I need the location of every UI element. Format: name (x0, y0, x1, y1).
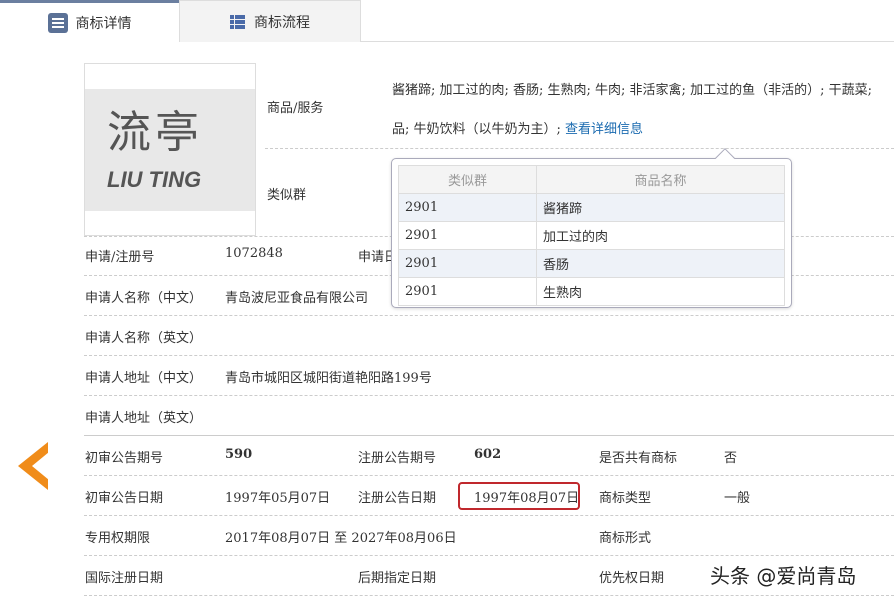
tab-trademark-details[interactable]: 商标详情 (0, 0, 179, 43)
similar-group-label: 类似群 (267, 184, 306, 203)
reg-pub-date-label: 注册公告日期 (358, 487, 436, 506)
address-cn-value: 青岛市城阳区城阳街道艳阳路199号 (225, 367, 432, 386)
reg-no-label: 申请/注册号 (85, 246, 154, 265)
watermark: 头条 @爱尚青岛 (710, 560, 856, 589)
cell: 生熟肉 (537, 278, 785, 306)
tab-trademark-process[interactable]: 商标流程 (179, 0, 361, 42)
tm-type-value: 一般 (724, 487, 750, 506)
table-row: 2901加工过的肉 (399, 222, 785, 250)
reg-no-value: 1072848 (225, 246, 283, 261)
similar-group-popup: 类似群商品名称 2901酱猪蹄 2901加工过的肉 2901香肠 2901生熟肉 (391, 158, 792, 308)
exclusive-value: 2017年08月07日 至 2027年08月06日 (225, 527, 457, 546)
table-row: 2901香肠 (399, 250, 785, 278)
tab-label: 商标流程 (254, 12, 310, 32)
cell: 2901 (399, 194, 537, 222)
address-cn-label: 申请人地址（中文） (85, 367, 202, 386)
applicant-en-label: 申请人名称（英文） (85, 327, 202, 346)
shared-value: 否 (724, 447, 737, 466)
goods-line-2: 品; 牛奶饮料（以牛奶为主）; 查看详细信息 (392, 118, 643, 137)
shared-label: 是否共有商标 (599, 447, 677, 466)
tm-type-label: 商标类型 (599, 487, 651, 506)
col-header: 商品名称 (537, 166, 785, 194)
trademark-logo-en: LIU TING (107, 167, 201, 193)
tab-label: 商标详情 (76, 13, 132, 33)
prelim-date-label: 初审公告日期 (85, 487, 163, 506)
prelim-no-label: 初审公告期号 (85, 447, 163, 466)
address-en-label: 申请人地址（英文） (85, 407, 202, 426)
reg-pub-no-label: 注册公告期号 (358, 447, 436, 466)
goods-line-1: 酱猪蹄; 加工过的肉; 香肠; 生熟肉; 牛肉; 非活家禽; 加工过的鱼（非活的… (392, 79, 872, 98)
cell: 2901 (399, 222, 537, 250)
reg-pub-no-value: 602 (474, 447, 501, 462)
reg-pub-date-value: 1997年08月07日 (474, 487, 579, 506)
trademark-logo-cn: 流亭 (107, 96, 203, 160)
table-row: 2901生熟肉 (399, 278, 785, 306)
table-row: 2901酱猪蹄 (399, 194, 785, 222)
intl-date-label: 国际注册日期 (85, 567, 163, 586)
col-header: 类似群 (399, 166, 537, 194)
priority-date-label: 优先权日期 (599, 567, 664, 586)
cell: 加工过的肉 (537, 222, 785, 250)
later-date-label: 后期指定日期 (358, 567, 436, 586)
exclusive-label: 专用权期限 (85, 527, 150, 546)
prelim-no-value: 590 (225, 447, 252, 462)
prelim-date-value: 1997年05月07日 (225, 487, 330, 506)
cell: 2901 (399, 250, 537, 278)
view-details-link[interactable]: 查看详细信息 (565, 122, 643, 137)
applicant-cn-value: 青岛波尼亚食品有限公司 (225, 287, 368, 306)
cell: 酱猪蹄 (537, 194, 785, 222)
cell: 香肠 (537, 250, 785, 278)
list-icon (48, 13, 68, 33)
back-arrow-icon[interactable] (18, 442, 48, 490)
tm-form-label: 商标形式 (599, 527, 651, 546)
trademark-image: 流亭 LIU TING (84, 63, 256, 236)
applicant-cn-label: 申请人名称（中文） (85, 287, 202, 306)
cell: 2901 (399, 278, 537, 306)
goods-text: 品; 牛奶饮料（以牛奶为主）; (392, 122, 561, 137)
tab-bar: 商标详情 商标流程 (0, 0, 894, 42)
grid-list-icon (230, 15, 246, 29)
goods-label: 商品/服务 (267, 97, 323, 116)
similar-group-table: 类似群商品名称 2901酱猪蹄 2901加工过的肉 2901香肠 2901生熟肉 (398, 165, 785, 306)
